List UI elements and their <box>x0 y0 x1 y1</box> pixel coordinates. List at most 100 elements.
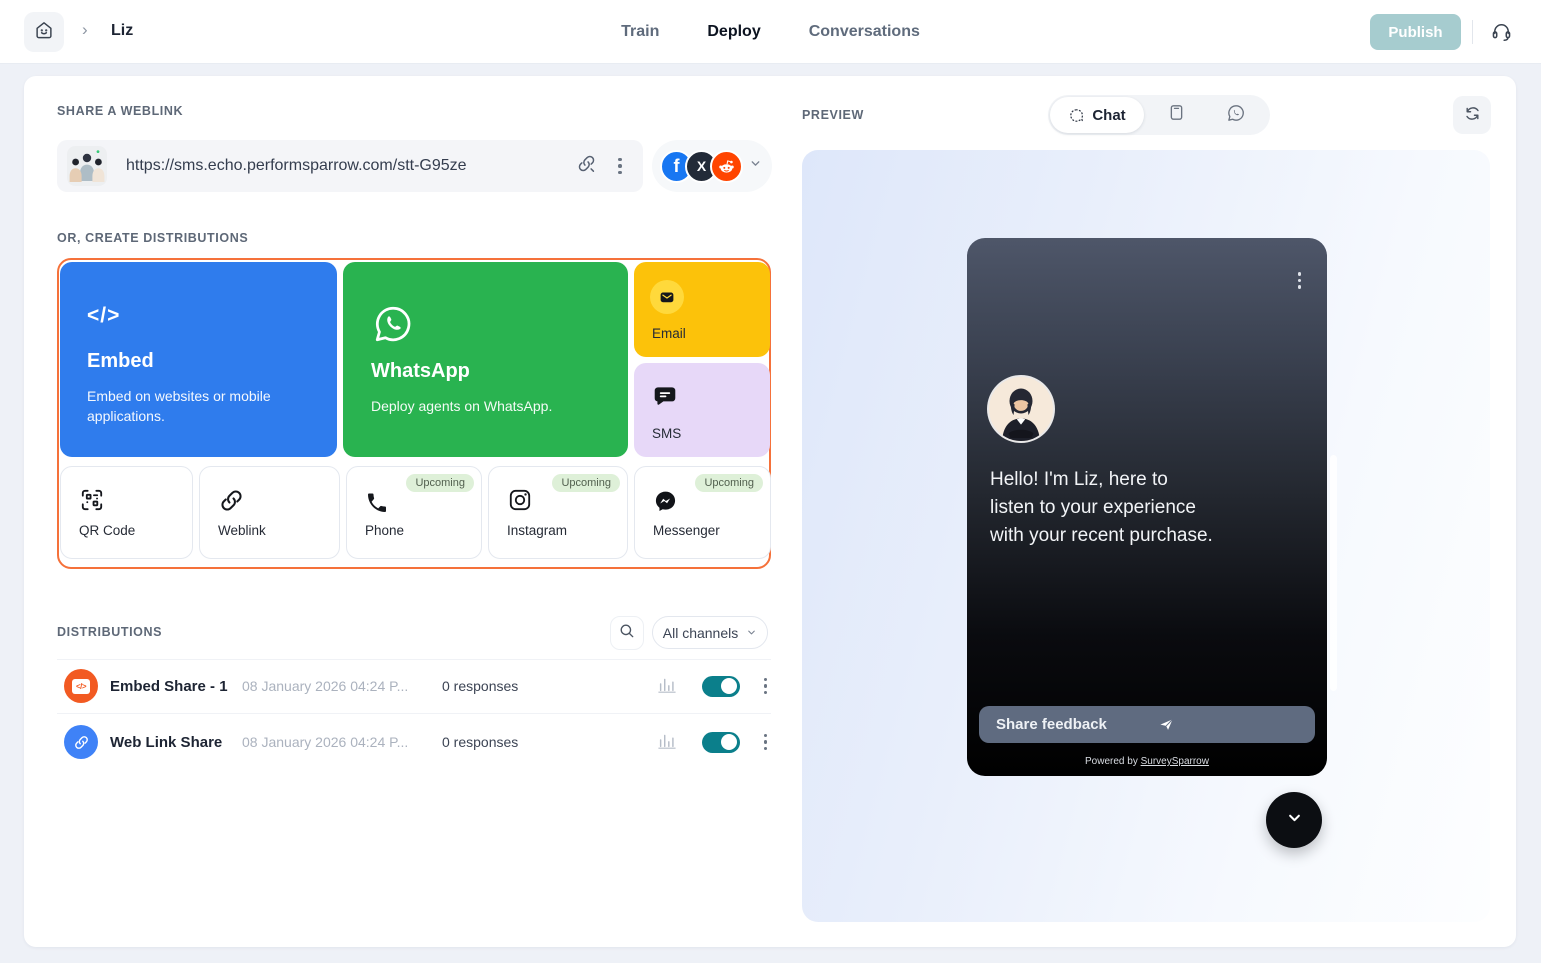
channel-filter-value: All channels <box>663 625 739 641</box>
distributions-search-button[interactable] <box>610 616 644 650</box>
topbar: › Liz Train Deploy Conversations Publish <box>0 0 1541 64</box>
sms-card[interactable]: SMS <box>634 363 770 457</box>
sms-card-label: SMS <box>652 426 681 441</box>
qr-code-label: QR Code <box>79 523 135 538</box>
powered-by: Powered by SurveySparrow <box>967 756 1327 767</box>
messenger-icon <box>653 489 678 519</box>
weblink-thumbnail <box>67 146 107 186</box>
whatsapp-outline-icon <box>1226 103 1246 128</box>
create-distributions-title: OR, CREATE DISTRIBUTIONS <box>57 231 248 245</box>
distribution-row-embed-share[interactable]: </> Embed Share - 1 08 January 2026 04:2… <box>57 660 771 712</box>
whatsapp-card[interactable]: WhatsApp Deploy agents on WhatsApp. <box>343 262 628 457</box>
weblink-label: Weblink <box>218 523 266 538</box>
phone-upcoming-badge: Upcoming <box>406 474 474 492</box>
distribution-date: 08 January 2026 04:24 P... <box>242 734 442 750</box>
breadcrumb: Liz <box>111 22 133 40</box>
reddit-share-icon[interactable] <box>710 150 743 183</box>
copy-link-icon <box>576 153 597 179</box>
qr-code-card[interactable]: QR Code <box>60 466 193 559</box>
weblink-icon <box>218 487 245 519</box>
embed-share-icon: </> <box>64 669 98 703</box>
chat-input-label: Share feedback <box>996 716 1141 733</box>
embed-card-title: Embed <box>87 350 154 373</box>
agent-avatar <box>987 375 1055 443</box>
phone-icon <box>365 491 389 520</box>
distribution-date: 08 January 2026 04:24 P... <box>242 678 442 694</box>
weblink-more-button[interactable] <box>603 149 637 183</box>
messenger-upcoming-badge: Upcoming <box>695 474 763 492</box>
email-icon <box>650 280 684 314</box>
preview-scrollbar[interactable] <box>1330 455 1337 691</box>
preview-tab-chat-label: Chat <box>1092 107 1125 124</box>
analytics-icon[interactable] <box>656 730 678 755</box>
chat-preview-window: Hello! I'm Liz, here to listen to your e… <box>967 238 1327 776</box>
email-card-label: Email <box>652 326 686 341</box>
sms-icon <box>652 383 678 414</box>
publish-button[interactable]: Publish <box>1370 14 1461 50</box>
phone-label: Phone <box>365 523 404 538</box>
distribution-responses: 0 responses <box>442 678 552 694</box>
instagram-upcoming-badge: Upcoming <box>552 474 620 492</box>
email-card[interactable]: Email <box>634 262 770 357</box>
tab-conversations[interactable]: Conversations <box>809 23 920 41</box>
distribution-toggle[interactable] <box>702 676 740 697</box>
distributions-title: DISTRIBUTIONS <box>57 625 162 639</box>
whatsapp-icon <box>371 302 415 351</box>
embed-card[interactable]: </> Embed Embed on websites or mobile ap… <box>60 262 337 457</box>
preview-tab-mobile[interactable] <box>1156 95 1196 135</box>
main-nav: Train Deploy Conversations <box>0 0 1541 64</box>
mobile-icon <box>1167 103 1186 127</box>
weblink-card[interactable]: Weblink <box>199 466 340 559</box>
support-button[interactable] <box>1488 20 1514 46</box>
refresh-icon <box>1463 104 1482 126</box>
code-icon: </> <box>87 304 120 328</box>
send-icon[interactable] <box>1158 716 1303 733</box>
minimize-chat-button[interactable] <box>1266 792 1322 848</box>
distribution-name: Embed Share - 1 <box>110 678 230 695</box>
row-kebab-icon[interactable] <box>764 734 768 751</box>
distribution-responses: 0 responses <box>442 734 552 750</box>
preview-mode-switcher: Chat <box>1048 95 1270 135</box>
preview-tab-chat[interactable]: Chat <box>1050 97 1144 133</box>
instagram-icon <box>507 487 533 518</box>
messenger-card[interactable]: Upcoming Messenger <box>634 466 771 559</box>
weblink-bar: https://sms.echo.performsparrow.com/stt-… <box>57 140 643 192</box>
phone-card[interactable]: Upcoming Phone <box>346 466 482 559</box>
messenger-label: Messenger <box>653 523 720 538</box>
embed-card-description: Embed on websites or mobile applications… <box>87 386 302 426</box>
whatsapp-card-title: WhatsApp <box>371 360 470 383</box>
surveysparrow-link[interactable]: SurveySparrow <box>1141 756 1209 767</box>
breadcrumb-separator-icon: › <box>82 20 88 40</box>
agent-greeting-message: Hello! I'm Liz, here to listen to your e… <box>990 466 1260 550</box>
tab-deploy[interactable]: Deploy <box>707 23 760 41</box>
weblink-url[interactable]: https://sms.echo.performsparrow.com/stt-… <box>126 157 569 175</box>
chevron-down-icon <box>1284 807 1305 833</box>
social-more-chevron-icon[interactable] <box>749 157 762 175</box>
people-illustration-icon <box>67 146 107 186</box>
web-link-share-icon <box>64 725 98 759</box>
chat-input[interactable]: Share feedback <box>979 706 1315 743</box>
distribution-toggle[interactable] <box>702 732 740 753</box>
analytics-icon[interactable] <box>656 674 678 699</box>
headset-icon <box>1490 20 1513 46</box>
instagram-card[interactable]: Upcoming Instagram <box>488 466 628 559</box>
chat-bubble-icon <box>1068 107 1085 124</box>
topbar-divider <box>1472 20 1473 44</box>
channel-filter-dropdown[interactable]: All channels <box>652 616 768 649</box>
chat-menu-icon[interactable] <box>1298 272 1302 289</box>
list-divider <box>57 713 771 714</box>
distribution-row-web-link-share[interactable]: Web Link Share 08 January 2026 04:24 P..… <box>57 716 771 768</box>
home-icon <box>33 19 55 46</box>
preview-refresh-button[interactable] <box>1453 96 1491 134</box>
chevron-down-icon <box>746 625 757 641</box>
share-weblink-title: SHARE A WEBLINK <box>57 104 183 118</box>
copy-link-button[interactable] <box>569 149 603 183</box>
preview-title: PREVIEW <box>802 108 864 122</box>
whatsapp-card-description: Deploy agents on WhatsApp. <box>371 396 601 416</box>
home-button[interactable] <box>24 12 64 52</box>
preview-tab-whatsapp[interactable] <box>1216 95 1256 135</box>
social-share-group: f X <box>652 140 772 192</box>
qr-code-icon <box>79 487 105 518</box>
tab-train[interactable]: Train <box>621 23 659 41</box>
row-kebab-icon[interactable] <box>764 678 768 695</box>
